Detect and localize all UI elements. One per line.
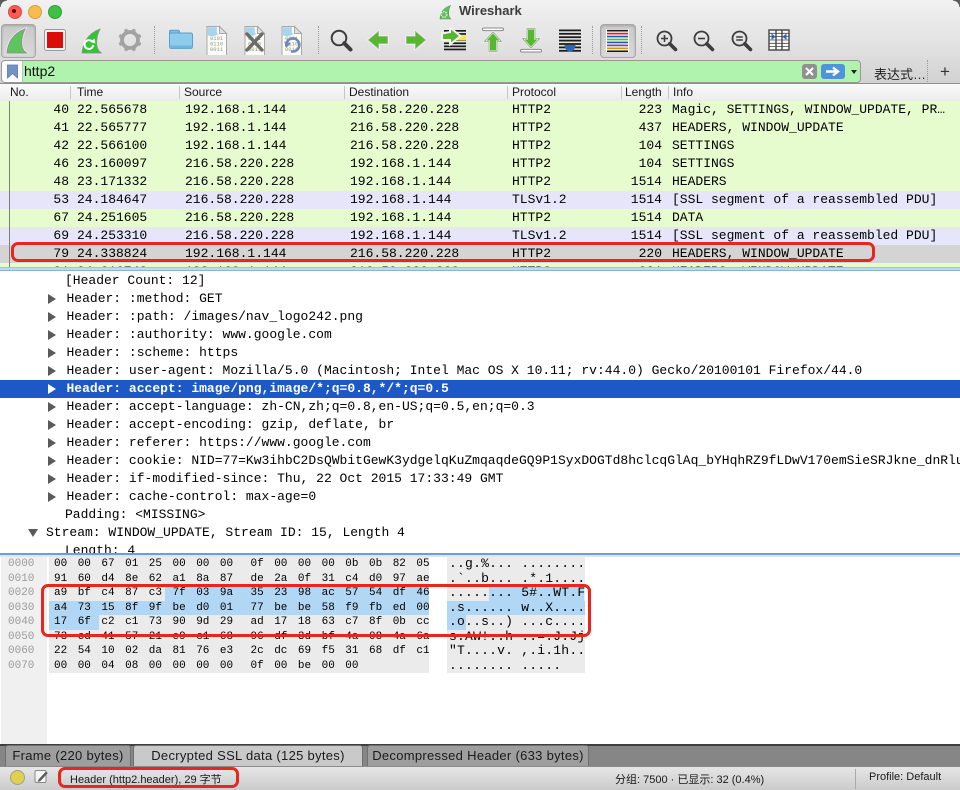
svg-text:0011: 0011 — [210, 46, 224, 53]
